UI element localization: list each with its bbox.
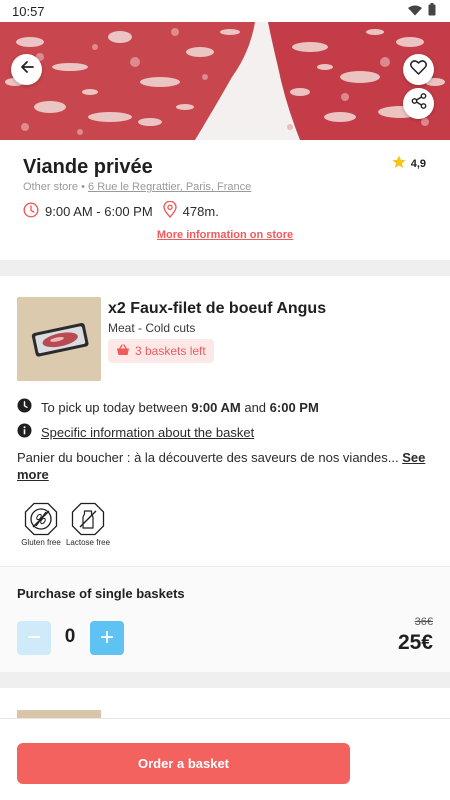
baskets-left-badge: 3 baskets left	[108, 339, 214, 363]
baskets-left-text: 3 baskets left	[135, 344, 206, 358]
specific-info-link[interactable]: Specific information about the basket	[41, 425, 254, 440]
pickup-start: 9:00 AM	[191, 399, 241, 415]
pickup-and: and	[244, 399, 267, 415]
basket-description: Panier du boucher : à la découverte des …	[17, 449, 427, 483]
basket-title: x2 Faux-filet de boeuf Angus	[108, 300, 327, 317]
increase-quantity-button[interactable]: +	[90, 621, 124, 655]
pickup-prefix: To pick up today between	[41, 399, 188, 415]
section-divider	[0, 672, 450, 688]
hero-image	[0, 22, 450, 140]
quantity-value: 0	[64, 626, 76, 647]
description-text: Panier du boucher : à la découverte des …	[17, 450, 399, 465]
favorite-button[interactable]	[403, 54, 434, 85]
status-bar: 10:57	[0, 0, 450, 22]
store-hours: 9:00 AM - 6:00 PM	[45, 203, 153, 219]
basket-thumbnail	[17, 297, 101, 381]
info-icon	[17, 423, 32, 441]
store-name: Viande privée	[23, 156, 153, 178]
basket-card[interactable]: x2 Faux-filet de boeuf Angus Meat - Cold…	[0, 276, 450, 566]
marbled-beef-image	[0, 22, 450, 140]
basket-category: Meat - Cold cuts	[108, 321, 196, 335]
star-icon	[392, 155, 406, 172]
section-divider	[0, 260, 450, 276]
store-hours-row: 9:00 AM - 6:00 PM 478m.	[23, 200, 219, 221]
rating-value: 4,9	[410, 157, 426, 170]
store-address-link[interactable]: 6 Rue le Regrattier, Paris, France	[88, 181, 251, 193]
share-icon	[411, 93, 427, 114]
store-rating: 4,9	[392, 155, 426, 172]
store-meta: Other store • 6 Rue le Regrattier, Paris…	[23, 181, 251, 193]
location-pin-icon	[162, 200, 177, 221]
status-time: 10:57	[12, 3, 45, 19]
bottom-action-bar: Order a basket	[0, 718, 450, 800]
clock-filled-icon	[17, 398, 32, 416]
specific-info-row: Specific information about the basket	[17, 423, 254, 441]
diet-tag-label: Gluten free	[21, 538, 61, 547]
diet-tag-lactose-free: Lactose free	[65, 502, 111, 547]
back-button[interactable]	[11, 54, 42, 85]
original-price: 36€	[414, 616, 433, 628]
gluten-free-icon	[24, 502, 58, 536]
back-arrow-icon	[19, 59, 35, 80]
order-basket-button[interactable]: Order a basket	[17, 743, 350, 784]
basket-icon	[116, 343, 130, 359]
share-button[interactable]	[403, 88, 434, 119]
store-header: Viande privée 4,9 Other store • 6 Rue le…	[0, 140, 450, 260]
more-information-link[interactable]: More information on store	[0, 229, 450, 241]
diet-tag-label: Lactose free	[65, 538, 111, 547]
pickup-end: 6:00 PM	[269, 399, 319, 415]
meta-separator: •	[81, 181, 85, 193]
heart-icon	[410, 59, 427, 80]
store-category: Other store	[23, 181, 79, 193]
decrease-quantity-button[interactable]: −	[17, 621, 51, 655]
pickup-row: To pick up today between 9:00 AM and 6:0…	[17, 398, 319, 416]
lactose-free-icon	[71, 502, 105, 536]
purchase-section: Purchase of single baskets − 0 + 36€ 25€	[0, 566, 450, 672]
discounted-price: 25€	[397, 631, 433, 654]
battery-icon	[428, 3, 436, 19]
purchase-label: Purchase of single baskets	[17, 586, 185, 601]
diet-tag-gluten-free: Gluten free	[18, 502, 64, 547]
clock-icon	[23, 201, 39, 221]
wifi-icon	[408, 4, 422, 19]
store-distance: 478m.	[182, 203, 219, 219]
